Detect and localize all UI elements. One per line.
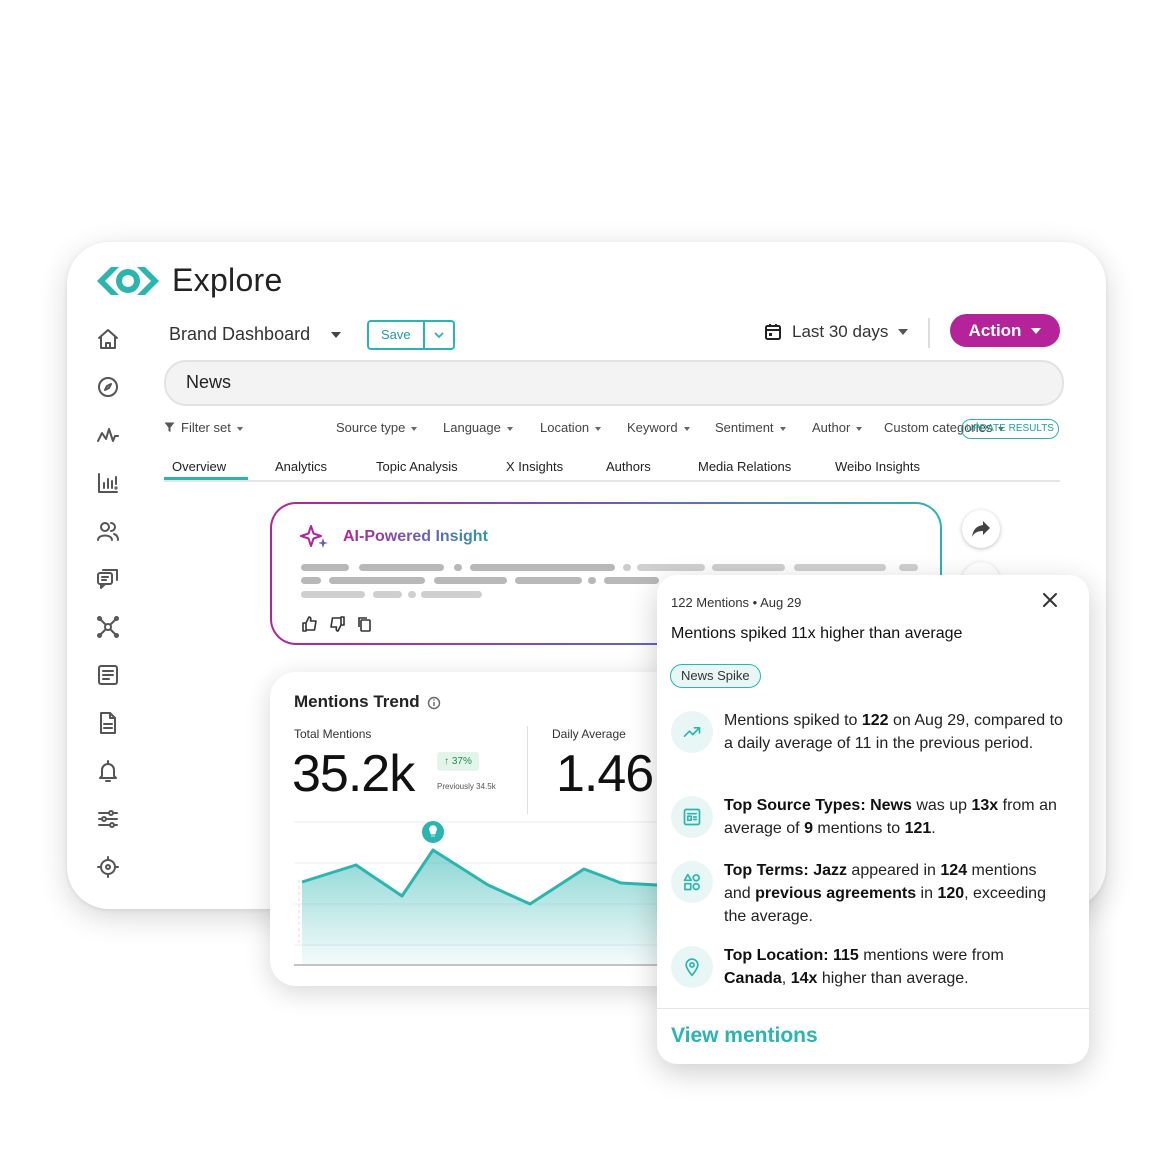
keyword-dropdown[interactable]: Keyword (627, 420, 690, 435)
news-spike-badge: News Spike (670, 664, 761, 688)
eye-logo-icon[interactable] (95, 264, 161, 298)
funnel-icon (164, 422, 175, 432)
close-icon[interactable] (1041, 591, 1059, 609)
previous-value: Previously 34.5k (437, 782, 496, 791)
tab-topic-analysis[interactable]: Topic Analysis (376, 459, 458, 474)
popup-title: Mentions spiked 11x higher than average (671, 625, 963, 642)
tab-media-relations[interactable]: Media Relations (698, 459, 791, 474)
sliders-icon[interactable] (95, 806, 121, 832)
update-results-button[interactable]: UPDATE RESULTS (961, 419, 1059, 439)
chevron-down-icon (411, 426, 418, 431)
dashboard-name: Brand Dashboard (169, 324, 311, 344)
tab-authors[interactable]: Authors (606, 459, 651, 474)
newspaper-icon (671, 796, 713, 838)
insight-title: AI-Powered Insight (343, 528, 488, 545)
shapes-icon (671, 861, 713, 903)
change-badge: ↑ 37% (437, 752, 479, 771)
top-terms-text: Top Terms: Jazz appeared in 124 mentions… (724, 862, 1046, 925)
popup-meta: 122 Mentions • Aug 29 (671, 595, 802, 610)
toolbar-divider (928, 318, 930, 348)
mentions-trend-card: Mentions Trend Total Mentions 35.2k ↑ 37… (270, 672, 690, 986)
tab-x-insights[interactable]: X Insights (506, 459, 563, 474)
author-dropdown[interactable]: Author (812, 420, 863, 435)
top-source-types-text: Top Source Types: News was up 13x from a… (724, 797, 1057, 837)
filter-set-dropdown[interactable]: Filter set (164, 420, 243, 435)
search-input[interactable]: News (164, 360, 1064, 406)
filter-label: Filter set (181, 420, 231, 435)
spike-summary-text: Mentions spiked to 122 on Aug 29, compar… (724, 712, 1063, 752)
tab-overview[interactable]: Overview (164, 459, 248, 480)
calendar-icon (765, 324, 781, 340)
chevron-down-icon (236, 426, 243, 431)
newspaper-icon[interactable] (95, 662, 121, 688)
gear-icon[interactable] (95, 854, 121, 880)
thumbs-down-icon[interactable] (329, 616, 345, 632)
popup-divider (657, 1008, 1089, 1009)
trend-title: Mentions Trend (294, 692, 420, 711)
thumbs-up-icon[interactable] (302, 616, 318, 632)
date-range-label: Last 30 days (792, 322, 889, 341)
date-range-selector[interactable]: Last 30 days (764, 322, 909, 342)
action-button[interactable]: Action (950, 314, 1060, 347)
chevron-down-icon (898, 329, 909, 335)
chat-icon[interactable] (95, 566, 121, 592)
compass-icon[interactable] (95, 374, 121, 400)
action-label: Action (968, 320, 1022, 340)
save-dropdown-button[interactable] (422, 322, 453, 348)
share-arrow-icon (972, 521, 990, 537)
location-dropdown[interactable]: Location (540, 420, 602, 435)
chevron-down-icon (779, 426, 786, 431)
chevron-down-icon (506, 426, 513, 431)
tab-bar: Overview Analytics Topic Analysis X Insi… (164, 456, 1060, 482)
filter-label: Location (540, 420, 590, 435)
map-pin-icon (671, 946, 713, 988)
trending-up-icon (671, 711, 713, 753)
filter-label: Sentiment (715, 420, 774, 435)
sentiment-dropdown[interactable]: Sentiment (715, 420, 786, 435)
filter-label: Author (812, 420, 851, 435)
bell-icon[interactable] (95, 758, 121, 784)
daily-average-value: 1.46 (556, 745, 654, 803)
network-icon[interactable] (95, 614, 121, 640)
dashboard-selector[interactable]: Brand Dashboard (169, 324, 342, 345)
chevron-down-icon (683, 426, 690, 431)
save-split-button: Save (367, 320, 455, 350)
chevron-down-icon (856, 426, 863, 431)
page-title: Explore (172, 262, 283, 298)
document-icon[interactable] (95, 710, 121, 736)
sparkle-icon (300, 525, 328, 548)
language-dropdown[interactable]: Language (443, 420, 513, 435)
chevron-down-icon (595, 426, 602, 431)
home-icon[interactable] (95, 326, 121, 352)
filter-label: Source type (336, 420, 406, 435)
view-mentions-link[interactable]: View mentions (671, 1024, 818, 1048)
filter-label: Keyword (627, 420, 678, 435)
filter-label: Language (443, 420, 501, 435)
source-type-dropdown[interactable]: Source type (336, 420, 418, 435)
copy-icon[interactable] (357, 616, 372, 632)
share-button[interactable] (962, 510, 1000, 548)
total-mentions-label: Total Mentions (294, 727, 372, 741)
daily-average-label: Daily Average (552, 727, 626, 741)
tab-analytics[interactable]: Analytics (275, 459, 327, 474)
top-location-text: Top Location: 115 mentions were from Can… (724, 947, 1004, 987)
tab-weibo-insights[interactable]: Weibo Insights (835, 459, 920, 474)
kpi-divider (527, 726, 528, 814)
chevron-down-icon (331, 332, 342, 339)
bar-chart-alert-icon[interactable] (95, 470, 121, 496)
mentions-trend-chart (294, 821, 690, 966)
info-icon[interactable] (427, 696, 441, 710)
chevron-down-icon (434, 332, 444, 339)
total-mentions-value: 35.2k (292, 745, 415, 803)
save-button[interactable]: Save (369, 322, 423, 348)
search-query: News (186, 372, 232, 392)
users-icon[interactable] (95, 518, 121, 544)
pulse-icon[interactable] (95, 422, 121, 448)
chevron-down-icon (1031, 327, 1042, 334)
spike-detail-popup: 122 Mentions • Aug 29 Mentions spiked 11… (657, 575, 1089, 1064)
